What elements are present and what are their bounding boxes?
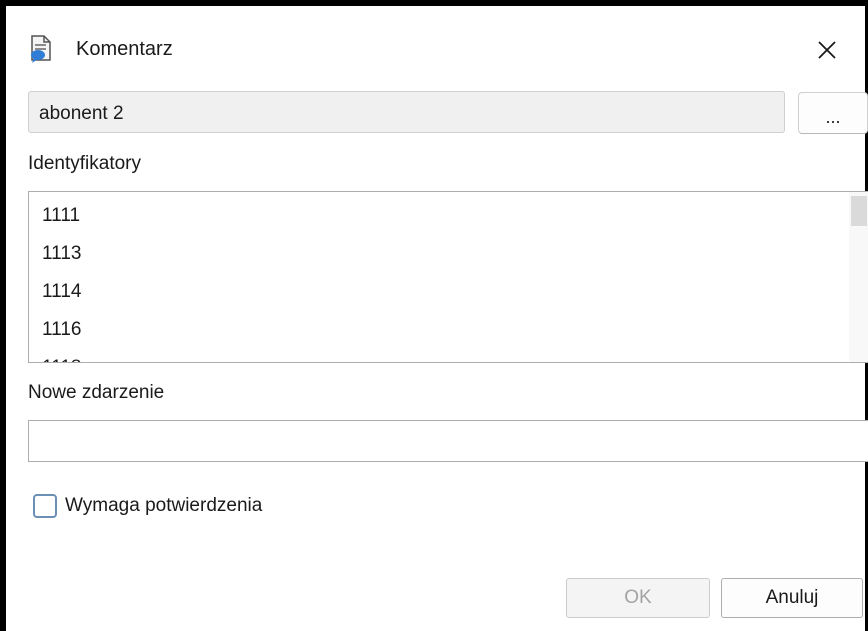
ok-button[interactable]: OK <box>566 578 710 618</box>
title-bar: Komentarz <box>28 32 853 72</box>
scrollbar-thumb[interactable] <box>851 196 867 226</box>
requires-confirmation-checkbox[interactable] <box>33 494 57 518</box>
close-button[interactable] <box>809 32 845 68</box>
new-event-label: Nowe zdarzenie <box>28 382 165 403</box>
cancel-button[interactable]: Anuluj <box>721 578 863 618</box>
list-item[interactable]: 1118 <box>42 355 81 362</box>
browse-subscriber-button[interactable]: ... <box>798 92 868 134</box>
list-item[interactable]: 1113 <box>42 241 81 279</box>
requires-confirmation-checkbox-row[interactable]: Wymaga potwierdzenia <box>33 494 262 518</box>
comment-dialog: Komentarz abonent 2 ... Identyfikatory 1… <box>0 0 868 631</box>
subscriber-field: abonent 2 <box>28 91 785 133</box>
requires-confirmation-label: Wymaga potwierdzenia <box>65 495 263 516</box>
close-icon <box>818 41 836 59</box>
identifiers-label: Identyfikatory <box>28 153 141 174</box>
comment-document-icon <box>28 34 54 64</box>
new-event-input[interactable] <box>28 420 868 462</box>
list-item[interactable]: 1116 <box>42 317 81 355</box>
window-title: Komentarz <box>76 38 173 60</box>
vertical-scrollbar[interactable] <box>849 192 868 362</box>
list-item[interactable]: 1111 <box>42 203 81 241</box>
identifiers-listbox[interactable]: 1111 1113 1114 1116 1118 <box>28 191 868 363</box>
list-item[interactable]: 1114 <box>42 279 81 317</box>
